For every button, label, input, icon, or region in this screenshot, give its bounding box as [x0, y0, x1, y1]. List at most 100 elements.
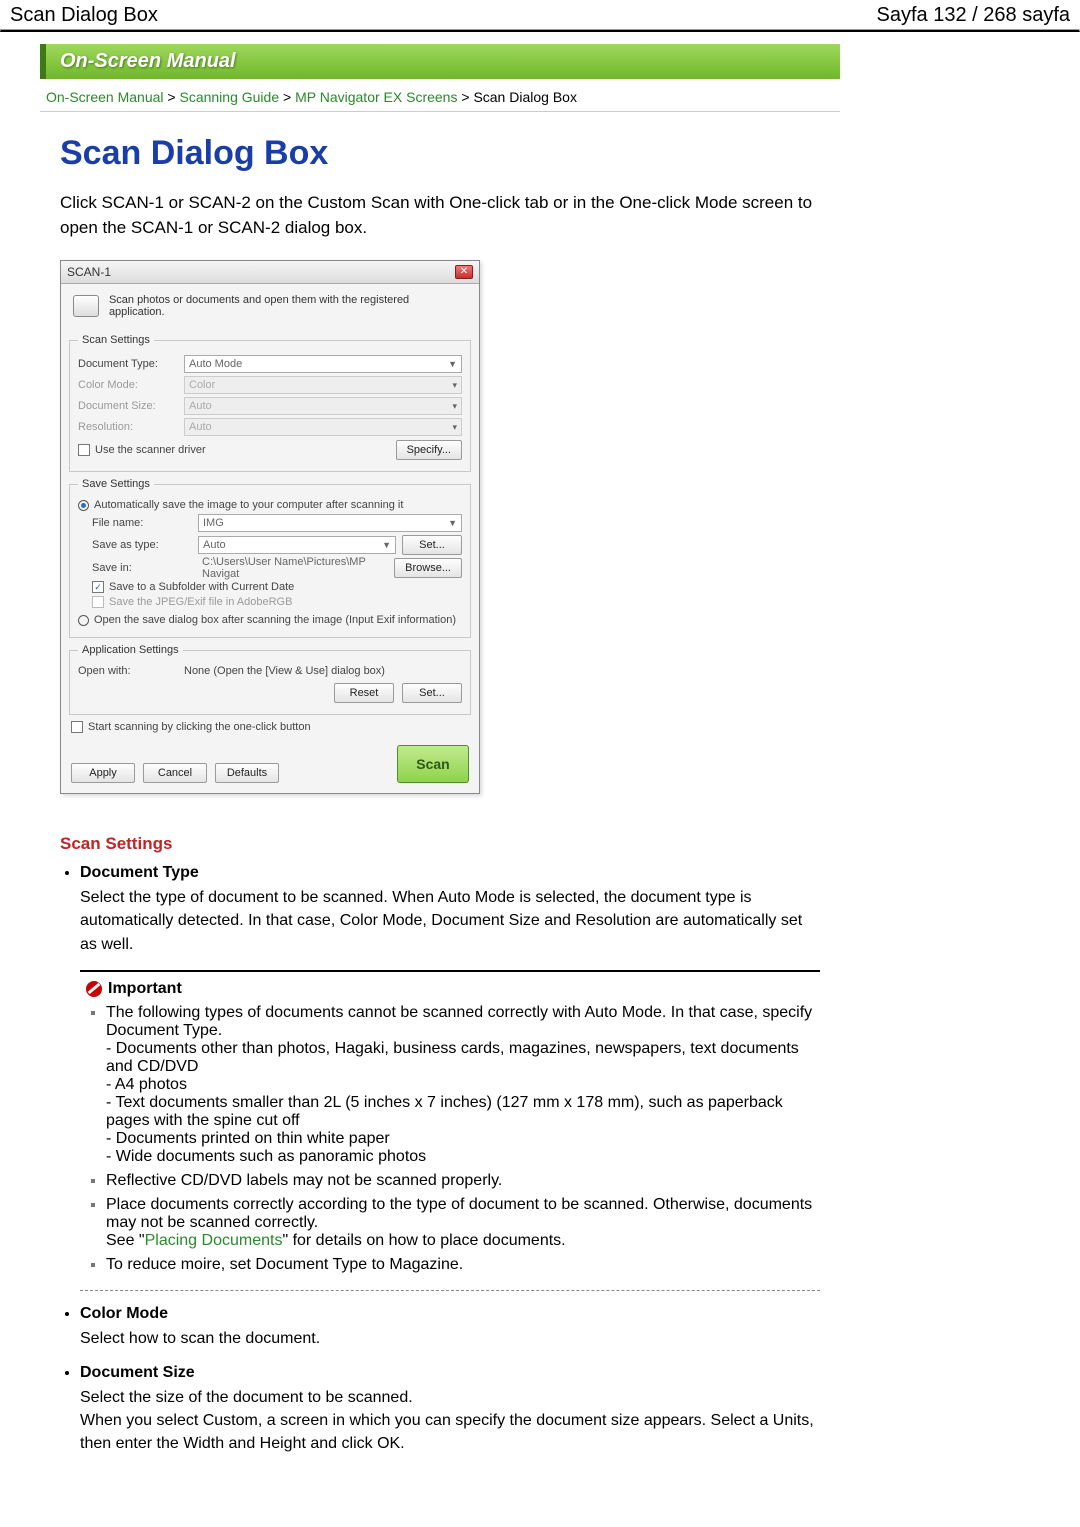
- placing-documents-link[interactable]: Placing Documents: [145, 1232, 283, 1249]
- item-title: Document Size: [80, 1364, 820, 1382]
- open-save-dialog-radio[interactable]: Open the save dialog box after scanning …: [78, 614, 462, 626]
- important-box: Important The following types of documen…: [80, 970, 820, 1291]
- use-scanner-driver-checkbox[interactable]: Use the scanner driver: [78, 444, 206, 456]
- color-mode-value: Color: [189, 379, 215, 391]
- jpeg-exif-label: Save the JPEG/Exif file in AdobeRGB: [109, 596, 292, 608]
- important-text: The following types of documents cannot …: [106, 1004, 812, 1039]
- scan-settings-heading: Scan Settings: [60, 834, 840, 854]
- save-in-path: C:\Users\User Name\Pictures\MP Navigat: [198, 559, 388, 577]
- cancel-button-label: Cancel: [158, 767, 192, 779]
- resolution-value: Auto: [189, 421, 212, 433]
- apply-button[interactable]: Apply: [71, 763, 135, 783]
- auto-save-radio[interactable]: Automatically save the image to your com…: [78, 499, 462, 511]
- checkbox-icon: [71, 721, 83, 733]
- page-header-left: Scan Dialog Box: [10, 4, 158, 27]
- scan-dialog: SCAN-1 ✕ Scan photos or documents and op…: [60, 260, 480, 794]
- save-as-label: Save as type:: [92, 539, 192, 551]
- page-title: Scan Dialog Box: [60, 134, 840, 173]
- scan-button-label: Scan: [416, 756, 449, 772]
- doc-size-value: Auto: [189, 400, 212, 412]
- item-body: Select the size of the document to be sc…: [80, 1386, 820, 1456]
- item-title: Document Type: [80, 864, 820, 882]
- scan-button[interactable]: Scan: [397, 745, 469, 783]
- breadcrumb-link[interactable]: Scanning Guide: [179, 89, 279, 105]
- doc-size-label: Document Size:: [78, 400, 178, 412]
- breadcrumb-current: Scan Dialog Box: [473, 89, 577, 105]
- save-as-set-button[interactable]: Set...: [402, 535, 462, 555]
- important-text: Place documents correctly according to t…: [106, 1196, 812, 1231]
- breadcrumb: On-Screen Manual > Scanning Guide > MP N…: [40, 79, 840, 112]
- dash-item: - A4 photos: [106, 1076, 814, 1094]
- manual-banner: On-Screen Manual: [40, 44, 840, 79]
- app-set-button-label: Set...: [419, 687, 445, 699]
- item-body: Select how to scan the document.: [80, 1327, 820, 1350]
- save-as-value: Auto: [203, 539, 226, 551]
- breadcrumb-link[interactable]: On-Screen Manual: [46, 89, 164, 105]
- file-name-value: IMG: [203, 517, 224, 529]
- chevron-down-icon: ▼: [448, 359, 457, 369]
- app-set-button[interactable]: Set...: [402, 683, 462, 703]
- list-item: Document Type Select the type of documen…: [80, 864, 820, 1291]
- header-separator: [0, 29, 1080, 32]
- open-with-label: Open with:: [78, 665, 178, 677]
- file-name-input[interactable]: IMG ▼: [198, 514, 462, 532]
- dash-item: - Documents printed on thin white paper: [106, 1130, 814, 1148]
- reset-button-label: Reset: [350, 687, 379, 699]
- doc-size-select: Auto ▾: [184, 397, 462, 415]
- defaults-button-label: Defaults: [227, 767, 267, 779]
- application-settings-legend: Application Settings: [78, 644, 183, 656]
- save-in-label: Save in:: [92, 562, 192, 574]
- radio-icon: [78, 615, 89, 626]
- color-mode-label: Color Mode:: [78, 379, 178, 391]
- item-title: Color Mode: [80, 1305, 820, 1323]
- browse-button[interactable]: Browse...: [394, 558, 462, 578]
- chevron-down-icon: ▼: [448, 518, 457, 528]
- subfolder-checkbox[interactable]: ✓ Save to a Subfolder with Current Date: [92, 581, 462, 593]
- apply-button-label: Apply: [89, 767, 117, 779]
- browse-button-label: Browse...: [405, 562, 451, 574]
- specify-button[interactable]: Specify...: [396, 440, 462, 460]
- reset-button[interactable]: Reset: [334, 683, 394, 703]
- dialog-subhead: Scan photos or documents and open them w…: [61, 284, 479, 328]
- auto-save-radio-label: Automatically save the image to your com…: [94, 499, 403, 511]
- save-as-select[interactable]: Auto▼: [198, 536, 396, 554]
- cancel-button[interactable]: Cancel: [143, 763, 207, 783]
- open-with-value: None (Open the [View & Use] dialog box): [184, 665, 462, 677]
- dash-list: - Documents other than photos, Hagaki, b…: [106, 1040, 814, 1166]
- chevron-down-icon: ▾: [452, 401, 457, 412]
- use-scanner-driver-label: Use the scanner driver: [95, 444, 206, 456]
- list-item: The following types of documents cannot …: [106, 1004, 814, 1166]
- dialog-footer: Apply Cancel Defaults Scan: [61, 737, 479, 793]
- scan-settings-legend: Scan Settings: [78, 334, 154, 346]
- save-settings-group: Save Settings Automatically save the ima…: [69, 478, 471, 638]
- checkbox-icon: [78, 444, 90, 456]
- dialog-titlebar: SCAN-1 ✕: [61, 261, 479, 284]
- item-body: Select the type of document to be scanne…: [80, 886, 820, 956]
- important-text: " for details on how to place documents.: [282, 1232, 565, 1249]
- important-list: The following types of documents cannot …: [106, 1004, 814, 1274]
- resolution-select: Auto ▾: [184, 418, 462, 436]
- specify-button-label: Specify...: [407, 444, 451, 456]
- checkbox-icon: [92, 596, 104, 608]
- intro-paragraph: Click SCAN-1 or SCAN-2 on the Custom Sca…: [60, 191, 820, 240]
- doc-type-select[interactable]: Auto Mode▼: [184, 355, 462, 373]
- color-mode-select: Color▾: [184, 376, 462, 394]
- doc-type-label: Document Type:: [78, 358, 178, 370]
- list-item: Color Mode Select how to scan the docume…: [80, 1305, 820, 1350]
- dialog-title: SCAN-1: [67, 265, 111, 279]
- scan-settings-list: Document Type Select the type of documen…: [80, 864, 820, 1455]
- breadcrumb-link[interactable]: MP Navigator EX Screens: [295, 89, 457, 105]
- application-settings-group: Application Settings Open with: None (Op…: [69, 644, 471, 715]
- important-label: Important: [108, 980, 182, 998]
- chevron-down-icon: ▾: [452, 422, 457, 433]
- subfolder-label: Save to a Subfolder with Current Date: [109, 581, 294, 593]
- list-item: Place documents correctly according to t…: [106, 1196, 814, 1250]
- dash-item: - Wide documents such as panoramic photo…: [106, 1148, 814, 1166]
- close-icon[interactable]: ✕: [455, 265, 473, 279]
- jpeg-exif-checkbox: Save the JPEG/Exif file in AdobeRGB: [92, 596, 462, 608]
- dash-item: - Documents other than photos, Hagaki, b…: [106, 1040, 814, 1076]
- save-settings-legend: Save Settings: [78, 478, 154, 490]
- defaults-button[interactable]: Defaults: [215, 763, 279, 783]
- start-scanning-checkbox[interactable]: Start scanning by clicking the one-click…: [71, 721, 469, 733]
- scanner-icon: [73, 295, 99, 317]
